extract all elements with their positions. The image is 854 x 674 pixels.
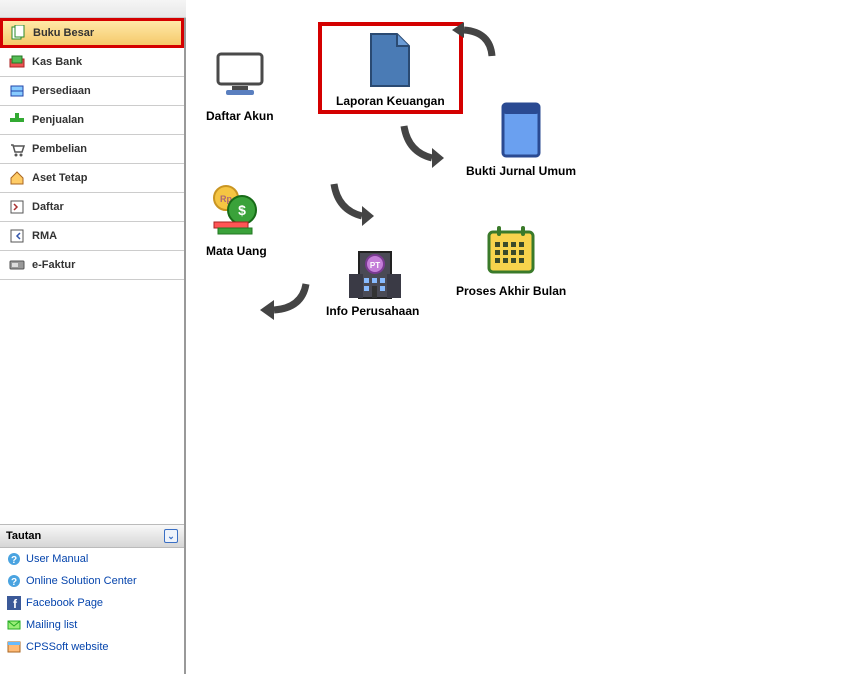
link-label: CPSSoft website (26, 641, 109, 653)
sidebar-item-label: Daftar (32, 201, 64, 213)
sidebar-item-label: Buku Besar (33, 27, 94, 39)
sidebar-item-daftar[interactable]: Daftar (0, 193, 184, 222)
svg-text:?: ? (11, 577, 17, 588)
links-header[interactable]: Tautan ⌄ (0, 524, 184, 548)
sidebar-item-label: e-Faktur (32, 259, 75, 271)
link-solution-center[interactable]: ? Online Solution Center (0, 570, 184, 592)
efaktur-icon (8, 257, 26, 273)
sidebar-item-label: Kas Bank (32, 56, 82, 68)
sidebar-item-efaktur[interactable]: e-Faktur (0, 251, 184, 280)
website-icon (6, 639, 22, 655)
links-header-label: Tautan (6, 530, 41, 542)
help-icon: ? (6, 573, 22, 589)
ledger-icon (9, 25, 27, 41)
arrow-icon (256, 278, 314, 320)
notebook-icon (491, 100, 551, 160)
sidebar-item-penjualan[interactable]: Penjualan (0, 106, 184, 135)
monitor-icon (210, 45, 270, 105)
sidebar-item-rma[interactable]: RMA (0, 222, 184, 251)
node-laporan-keuangan[interactable]: Laporan Keuangan (318, 22, 463, 114)
sidebar-item-aset-tetap[interactable]: Aset Tetap (0, 164, 184, 193)
node-proses-akhir-bulan[interactable]: Proses Akhir Bulan (456, 220, 566, 298)
list-icon (8, 199, 26, 215)
svg-text:?: ? (11, 555, 17, 566)
link-label: User Manual (26, 553, 88, 565)
link-label: Facebook Page (26, 597, 103, 609)
svg-text:$: $ (238, 202, 246, 218)
sidebar-item-kas-bank[interactable]: Kas Bank (0, 48, 184, 77)
link-cpssoft[interactable]: CPSSoft website (0, 636, 184, 658)
inventory-icon (8, 83, 26, 99)
sidebar-item-label: RMA (32, 230, 57, 242)
rma-icon (8, 228, 26, 244)
sidebar-item-pembelian[interactable]: Pembelian (0, 135, 184, 164)
node-label: Mata Uang (206, 244, 267, 258)
mailing-icon (6, 617, 22, 633)
sidebar-item-label: Aset Tetap (32, 172, 87, 184)
fixedasset-icon (8, 170, 26, 186)
building-icon: PT (343, 240, 403, 300)
link-user-manual[interactable]: ? User Manual (0, 548, 184, 570)
link-label: Online Solution Center (26, 575, 137, 587)
link-mailing-list[interactable]: Mailing list (0, 614, 184, 636)
node-info-perusahaan[interactable]: PT Info Perusahaan (326, 240, 419, 318)
node-label: Daftar Akun (206, 109, 274, 123)
arrow-icon (396, 122, 446, 172)
link-label: Mailing list (26, 619, 77, 631)
sidebar-item-label: Penjualan (32, 114, 84, 126)
sidebar-item-label: Persediaan (32, 85, 91, 97)
arrow-icon (326, 180, 376, 230)
node-label: Info Perusahaan (326, 304, 419, 318)
node-daftar-akun[interactable]: Daftar Akun (206, 45, 274, 123)
nav-section: Buku Besar Kas Bank Persediaan Penjualan (0, 18, 184, 280)
node-label: Laporan Keuangan (336, 94, 445, 108)
facebook-icon: f (6, 595, 22, 611)
chevron-icon: ⌄ (164, 529, 178, 543)
purchase-icon (8, 141, 26, 157)
svg-text:PT: PT (370, 261, 380, 270)
node-label: Bukti Jurnal Umum (466, 164, 576, 178)
sidebar-item-label: Pembelian (32, 143, 87, 155)
currency-icon: Rp $ (206, 180, 266, 240)
arrow-icon (450, 22, 500, 64)
cashbank-icon (8, 54, 26, 70)
sales-icon (8, 112, 26, 128)
main-diagram: Daftar Akun Laporan Keuangan Bukti Jurna… (186, 0, 854, 674)
sidebar: Buku Besar Kas Bank Persediaan Penjualan (0, 0, 186, 674)
node-label: Proses Akhir Bulan (456, 284, 566, 298)
document-icon (360, 30, 420, 90)
help-icon: ? (6, 551, 22, 567)
node-mata-uang[interactable]: Rp $ Mata Uang (206, 180, 267, 258)
sidebar-spacer (0, 280, 184, 524)
sidebar-bottom-pad (0, 658, 184, 674)
node-bukti-jurnal-umum[interactable]: Bukti Jurnal Umum (466, 100, 576, 178)
sidebar-item-buku-besar[interactable]: Buku Besar (0, 18, 184, 48)
calendar-icon (481, 220, 541, 280)
link-facebook[interactable]: f Facebook Page (0, 592, 184, 614)
sidebar-item-persediaan[interactable]: Persediaan (0, 77, 184, 106)
